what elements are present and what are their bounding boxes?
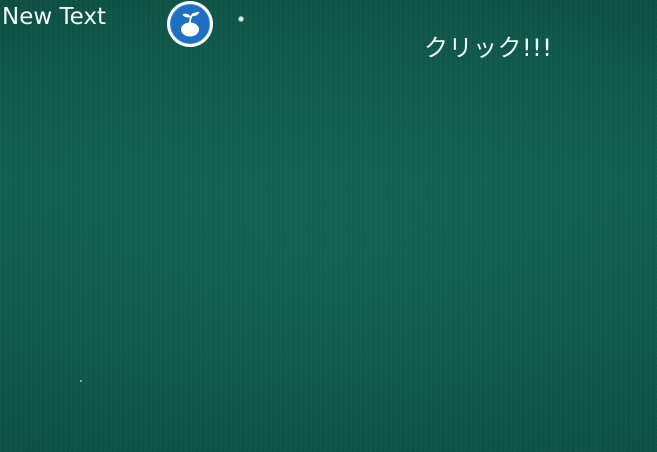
game-screen[interactable]: New Text クリック!!!: [0, 0, 657, 452]
sparkle-effect: [238, 16, 244, 22]
dust-speck: [80, 380, 82, 382]
sprout-button[interactable]: [164, 0, 216, 48]
click-prompt: クリック!!!: [424, 34, 553, 62]
score-text: New Text: [2, 4, 106, 30]
sprout-seed-icon: [167, 1, 213, 47]
